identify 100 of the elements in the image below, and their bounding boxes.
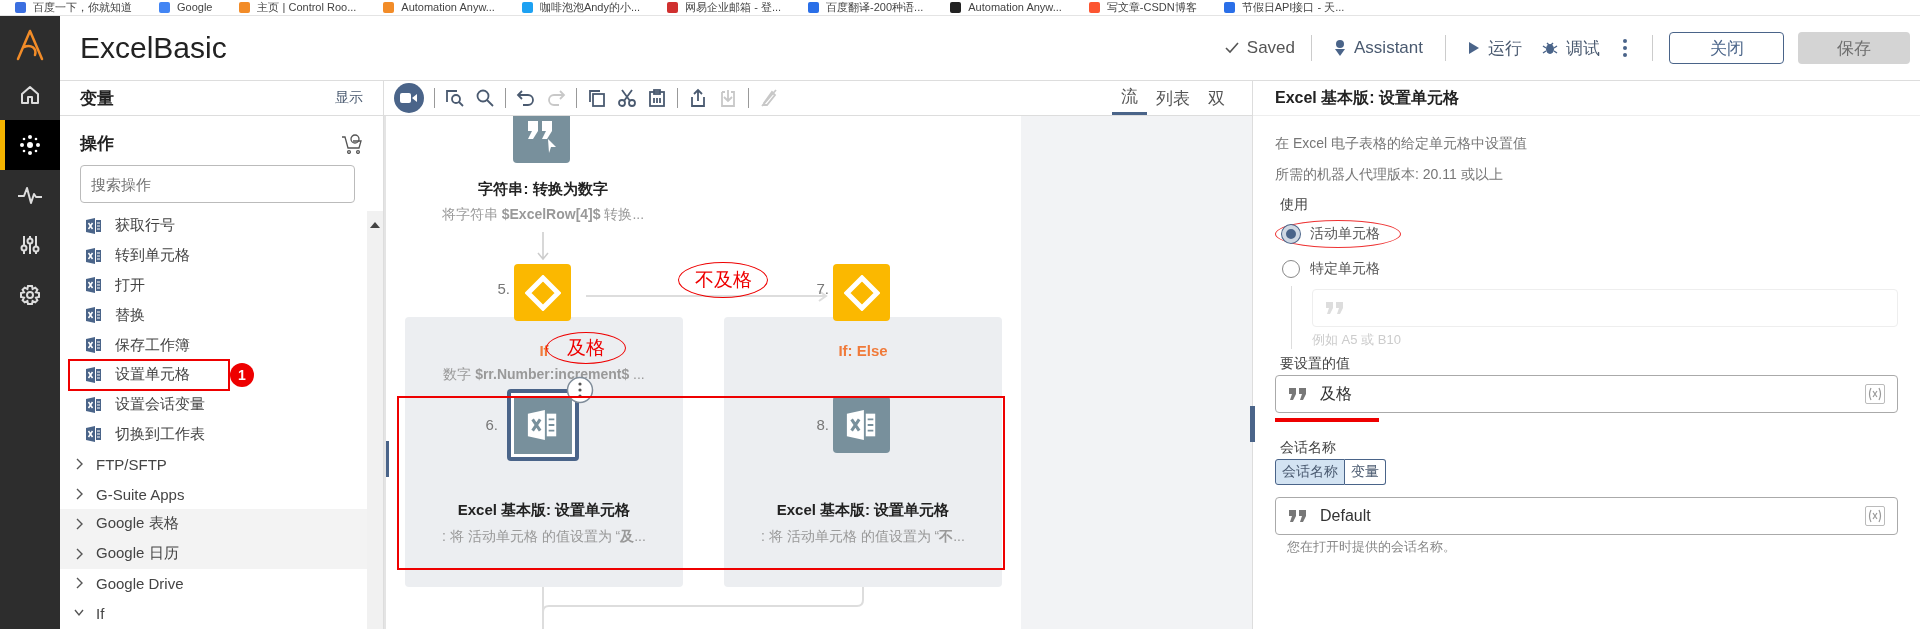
bug-icon	[1542, 41, 1558, 55]
step-number: 5.	[496, 280, 510, 297]
assistant-button[interactable]: Assistant	[1328, 38, 1429, 58]
bookmark-icon	[238, 1, 252, 14]
session-input-field[interactable]: Default	[1275, 497, 1898, 535]
category-item[interactable]: Google Drive	[60, 568, 367, 599]
bookmark-icon	[14, 1, 27, 14]
branch-title: If: Else	[838, 342, 888, 359]
close-button[interactable]: 关闭	[1669, 32, 1784, 64]
bookmark-link[interactable]: 主页 | Control Roo...	[257, 1, 357, 14]
scrollbar[interactable]	[367, 211, 383, 629]
category-item[interactable]: Google 日历	[60, 538, 367, 569]
field-label: 要设置的值	[1280, 355, 1351, 373]
category-label: Google 表格	[96, 514, 179, 534]
category-label: FTP/SFTP	[96, 455, 167, 473]
excel-icon	[85, 365, 103, 384]
step-description: : 将 活动单元格 的值设置为 “不...	[760, 528, 966, 546]
category-item[interactable]: G-Suite Apps	[60, 479, 367, 509]
mode-toggle[interactable]: 变量	[1345, 459, 1386, 485]
cut-icon[interactable]	[617, 88, 637, 108]
camera-icon	[400, 92, 418, 104]
view-tab[interactable]: 列表	[1147, 81, 1199, 115]
action-item[interactable]: 切换到工作表	[60, 419, 367, 450]
action-label: 获取行号	[115, 216, 175, 236]
action-label: 替换	[115, 305, 145, 325]
action-label: 打开	[115, 276, 145, 295]
show-link[interactable]: 显示	[335, 89, 363, 107]
excel-node-icon[interactable]	[833, 396, 890, 453]
action-description: 在 Excel 电子表格的给定单元格中设置值	[1275, 134, 1528, 153]
debug-button[interactable]: 调试	[1536, 36, 1606, 60]
action-label: 转到单元格	[115, 246, 190, 266]
category-item[interactable]: Google 表格	[60, 508, 367, 539]
bookmark-link[interactable]: 网易企业邮箱 - 登...	[685, 1, 782, 14]
export-icon[interactable]	[688, 88, 708, 108]
copy-icon[interactable]	[587, 88, 607, 108]
variable-button[interactable]	[1865, 506, 1885, 526]
category-label: G-Suite Apps	[96, 485, 185, 503]
actions-heading: 操作	[80, 133, 114, 155]
paste-icon[interactable]	[647, 88, 667, 108]
version-note: 所需的机器人代理版本: 20.11 或以上	[1275, 165, 1504, 184]
category-item[interactable]: FTP/SFTP	[60, 449, 367, 480]
view-tab[interactable]: 双	[1199, 81, 1234, 115]
action-item[interactable]: 保存工作簿	[60, 330, 367, 360]
bookmark-icon	[1087, 1, 1101, 14]
quote-cursor-icon[interactable]	[513, 116, 570, 163]
bookmark-link[interactable]: 节假日API接口 - 天...	[1241, 1, 1345, 14]
bookmark-link[interactable]: 咖啡泡泡Andy的小...	[539, 1, 641, 14]
category-label: Google 日历	[96, 544, 179, 564]
undo-icon[interactable]	[516, 88, 536, 108]
step-number: 7.	[815, 280, 829, 297]
saved-status: Saved	[1246, 38, 1295, 58]
bookmark-link[interactable]: Google	[177, 1, 213, 14]
record-button[interactable]	[394, 83, 424, 113]
step-title: 字符串: 转换为数字	[477, 180, 609, 199]
dots-nav-icon[interactable]	[0, 120, 60, 170]
radio-option[interactable]: 特定单元格	[1275, 254, 1401, 283]
bookmark-icon	[520, 1, 534, 14]
bookmark-icon	[949, 1, 963, 14]
step-description: 将字符串 $ExcelRow[4]$ 转换...	[440, 206, 646, 224]
bookmark-link[interactable]: Automation Anyw...	[968, 1, 1062, 14]
action-item[interactable]: 设置会话变量	[60, 389, 367, 420]
action-label: 保存工作簿	[115, 335, 190, 355]
play-icon	[1468, 41, 1480, 55]
variable-button[interactable]	[1865, 384, 1885, 404]
scroll-up-icon[interactable]	[370, 221, 380, 228]
action-item[interactable]: 获取行号	[60, 211, 367, 241]
value-input-field[interactable]: 及格	[1275, 375, 1898, 413]
action-label: 设置单元格	[115, 365, 190, 385]
more-icon[interactable]	[1622, 38, 1628, 58]
excel-icon	[85, 246, 103, 265]
action-item[interactable]: 设置单元格 1	[60, 360, 367, 390]
bookmark-link[interactable]: 百度翻译-200种语...	[826, 1, 924, 14]
excel-node-icon[interactable]	[507, 389, 579, 461]
bookmark-link[interactable]: 百度一下，你就知道	[33, 1, 132, 14]
zoom-page-icon[interactable]	[445, 88, 465, 108]
step-number: 6.	[484, 416, 498, 433]
action-item[interactable]: 替换	[60, 300, 367, 331]
excel-icon	[85, 216, 103, 235]
cart-icon[interactable]	[341, 133, 363, 154]
bookmark-link[interactable]: 写文章-CSDN博客	[1106, 1, 1197, 14]
category-label: If	[96, 604, 105, 622]
search-field[interactable]: 搜索操作	[80, 165, 355, 203]
action-item[interactable]: 转到单元格	[60, 240, 367, 271]
resize-handle[interactable]	[1250, 406, 1255, 442]
category-item[interactable]: If	[60, 598, 367, 629]
step-title: Excel 基本版: 设置单元格	[456, 501, 632, 520]
field-label: 使用	[1280, 196, 1309, 214]
run-button[interactable]: 运行	[1462, 36, 1528, 60]
search-icon[interactable]	[475, 88, 495, 108]
mode-toggle[interactable]: 会话名称	[1275, 459, 1345, 485]
step-badge: 1	[230, 363, 254, 387]
action-item[interactable]: 打开	[60, 270, 367, 301]
branch-title: If	[539, 342, 549, 359]
step-description: : 将 活动单元格 的值设置为 “及...	[441, 528, 647, 546]
cell-input-field[interactable]	[1312, 289, 1898, 327]
quote-icon	[1325, 301, 1345, 315]
bookmark-link[interactable]: Automation Anyw...	[401, 1, 495, 14]
excel-icon	[85, 276, 103, 295]
logo-icon[interactable]	[15, 28, 45, 62]
panel-title: Excel 基本版: 设置单元格	[1253, 81, 1920, 116]
